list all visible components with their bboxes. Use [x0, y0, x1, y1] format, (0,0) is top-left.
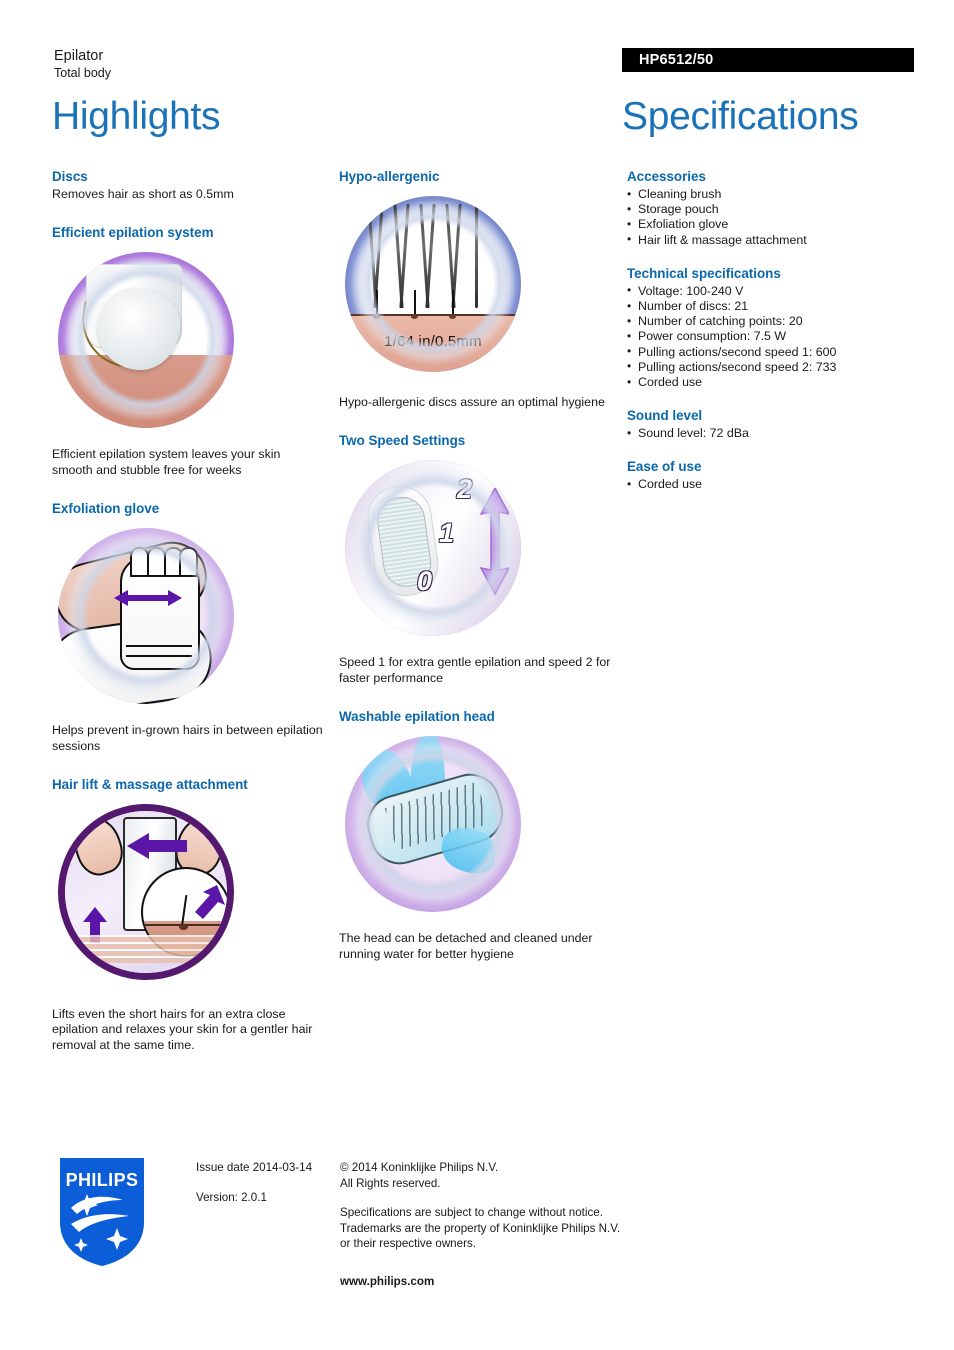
- feature-caption: The head can be detached and cleaned und…: [339, 931, 593, 961]
- highlights-column-2: Hypo-allergenic 1/64 in/0.5mm: [339, 168, 611, 962]
- two-speed-settings-illustration: 2 1 0: [339, 456, 529, 642]
- disclaimer-line-1: Specifications are subject to change wit…: [340, 1206, 603, 1219]
- efficient-epilation-system-illustration: [52, 248, 242, 434]
- specifications-title: Specifications: [622, 95, 859, 138]
- feature-heading: Hair lift & massage attachment: [52, 777, 248, 793]
- spec-item: Cleaning brush: [627, 186, 917, 202]
- feature-efficient-epilation-system: Efficient epilation system Efficient epi…: [52, 224, 324, 478]
- spec-heading: Technical specifications: [627, 265, 781, 281]
- feature-washable-epilation-head: Washable epilation head The head can be …: [339, 708, 611, 962]
- svg-text:PHILIPS: PHILIPS: [66, 1170, 139, 1190]
- spec-item: Pulling actions/second speed 1: 600: [627, 344, 917, 360]
- spec-item: Hair lift & massage attachment: [627, 232, 917, 248]
- spec-list: Sound level: 72 dBa: [627, 426, 917, 441]
- highlights-title: Highlights: [52, 95, 221, 138]
- spec-item: Pulling actions/second speed 2: 733: [627, 359, 917, 375]
- feature-caption: Hypo-allergenic discs assure an optimal …: [339, 395, 605, 409]
- philips-shield-logo: PHILIPS: [60, 1158, 144, 1266]
- spec-heading: Accessories: [627, 169, 706, 184]
- header-left: Epilator Total body: [54, 48, 454, 81]
- spec-group-ease-of-use: Ease of use Corded use: [627, 458, 917, 492]
- spec-list: Cleaning brush Storage pouch Exfoliation…: [627, 186, 917, 248]
- feature-hypo-allergenic: Hypo-allergenic 1/64 in/0.5mm: [339, 168, 611, 410]
- feature-heading: Exfoliation glove: [52, 501, 160, 517]
- spec-item: Power consumption: 7.5 W: [627, 329, 917, 344]
- philips-website-link[interactable]: www.philips.com: [340, 1274, 640, 1290]
- product-code-bar: HP6512/50: [622, 48, 914, 72]
- version: Version: 2.0.1: [196, 1190, 267, 1204]
- feature-caption: Helps prevent in-grown hairs in between …: [52, 723, 323, 753]
- spec-heading: Ease of use: [627, 459, 702, 475]
- spec-list: Voltage: 100-240 V Number of discs: 21 N…: [627, 283, 917, 390]
- exfoliation-glove-illustration: [52, 524, 242, 710]
- disclaimer-line-2: Trademarks are the property of Koninklij…: [340, 1221, 621, 1235]
- hypo-allergenic-illustration: 1/64 in/0.5mm: [339, 192, 529, 377]
- spec-item: Corded use: [627, 477, 917, 492]
- product-category: Epilator: [54, 48, 104, 64]
- spec-item: Sound level: 72 dBa: [627, 426, 917, 441]
- product-leaflet-page: Epilator Total body HP6512/50 Highlights…: [0, 0, 954, 1350]
- washable-epilation-head-illustration: [339, 732, 529, 918]
- spec-item: Storage pouch: [627, 202, 917, 217]
- feature-two-speed-settings: Two Speed Settings 2 1 0 Speed 1 for ext…: [339, 432, 611, 686]
- product-subcategory: Total body: [54, 66, 111, 80]
- feature-heading: Efficient epilation system: [52, 225, 214, 241]
- feature-heading: Hypo-allergenic: [339, 169, 440, 184]
- spec-item: Exfoliation glove: [627, 217, 917, 232]
- specifications-column: Accessories Cleaning brush Storage pouch…: [627, 168, 917, 510]
- product-code: HP6512/50: [639, 52, 714, 68]
- feature-heading: Two Speed Settings: [339, 433, 466, 449]
- spec-item: Corded use: [627, 375, 917, 390]
- feature-heading: Washable epilation head: [339, 709, 495, 725]
- feature-caption: Lifts even the short hairs for an extra …: [52, 1007, 313, 1052]
- spec-item: Number of catching points: 20: [627, 314, 917, 329]
- issue-date: Issue date 2014-03-14: [196, 1161, 313, 1174]
- feature-discs: Discs Removes hair as short as 0.5mm: [52, 168, 324, 202]
- disclaimer-line-3: or their respective owners.: [340, 1237, 476, 1250]
- hair-lift-massage-illustration: [52, 800, 242, 985]
- feature-hair-lift-massage-attachment: Hair lift & massage attachment Lifts eve…: [52, 776, 324, 1053]
- highlights-column-1: Discs Removes hair as short as 0.5mm Eff…: [52, 168, 324, 1053]
- feature-caption: Efficient epilation system leaves your s…: [52, 447, 281, 477]
- spec-group-technical-specifications: Technical specifications Voltage: 100-24…: [627, 265, 917, 390]
- spec-item: Voltage: 100-240 V: [627, 283, 917, 299]
- spec-group-accessories: Accessories Cleaning brush Storage pouch…: [627, 168, 917, 248]
- footer-meta-column: Issue date 2014-03-14 Version: 2.0.1: [196, 1160, 326, 1205]
- feature-exfoliation-glove: Exfoliation glove Helps prevent in-grown…: [52, 500, 324, 754]
- footer-legal-column: © 2014 Koninklijke Philips N.V. All Righ…: [340, 1160, 640, 1289]
- copyright-line-2: All Rights reserved.: [340, 1176, 441, 1190]
- spec-list: Corded use: [627, 477, 917, 492]
- feature-caption: Removes hair as short as 0.5mm: [52, 187, 234, 201]
- spec-group-sound-level: Sound level Sound level: 72 dBa: [627, 407, 917, 441]
- feature-caption: Speed 1 for extra gentle epilation and s…: [339, 655, 611, 685]
- spec-item: Number of discs: 21: [627, 299, 917, 314]
- feature-heading: Discs: [52, 169, 88, 184]
- spec-heading: Sound level: [627, 408, 703, 424]
- copyright-line-1: © 2014 Koninklijke Philips N.V.: [340, 1161, 499, 1174]
